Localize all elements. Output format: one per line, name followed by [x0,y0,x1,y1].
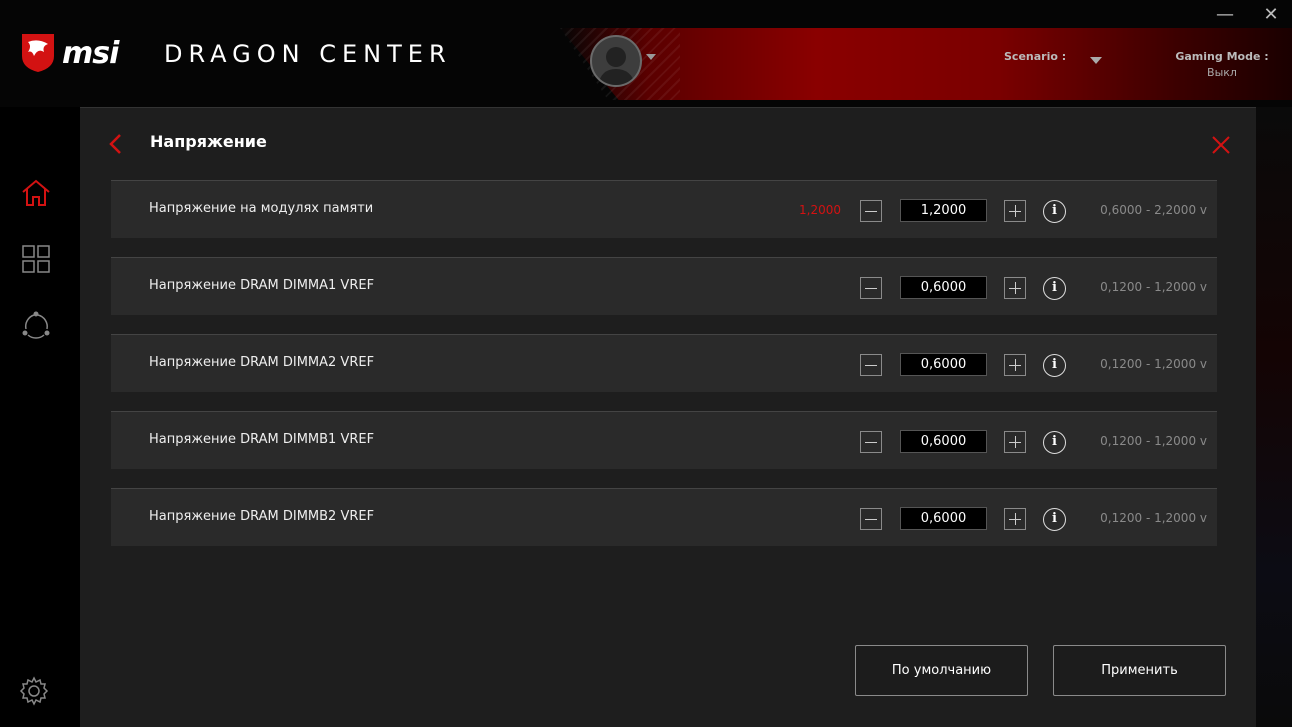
setting-row-dimma2-vref: Напряжение DRAM DIMMA2 VREF 0,6000 i 0,1… [111,334,1217,392]
plus-icon-vertical [1015,205,1016,217]
scenario-label: Scenario : [1004,50,1067,63]
avatar-dropdown-icon[interactable] [646,54,656,60]
setting-row-dimma1-vref: Напряжение DRAM DIMMA1 VREF 0,6000 i 0,1… [111,257,1217,315]
increase-button[interactable] [1004,431,1026,453]
setting-label: Напряжение DRAM DIMMA1 VREF [149,278,375,293]
info-icon[interactable]: i [1043,354,1066,377]
value-range: 0,6000 - 2,2000 v [1100,203,1207,217]
grid-icon[interactable] [20,243,52,275]
app-header: msi DRAGON CENTER Scenario : Gaming Mode… [0,0,1292,107]
brand-logo-text: msi [62,36,119,71]
decrease-button[interactable] [860,277,882,299]
voltage-input[interactable]: 0,6000 [900,430,987,453]
info-icon[interactable]: i [1043,200,1066,223]
gear-icon[interactable] [18,675,50,707]
increase-button[interactable] [1004,508,1026,530]
user-avatar[interactable] [590,35,642,87]
plus-icon-vertical [1015,359,1016,371]
plus-icon-vertical [1015,513,1016,525]
minus-icon [865,211,877,212]
increase-button[interactable] [1004,277,1026,299]
gaming-mode-label: Gaming Mode : [1175,50,1269,63]
back-arrow-icon[interactable] [106,132,126,156]
decrease-button[interactable] [860,200,882,222]
setting-row-dimmb1-vref: Напряжение DRAM DIMMB1 VREF 0,6000 i 0,1… [111,411,1217,469]
setting-label: Напряжение DRAM DIMMB2 VREF [149,509,375,524]
value-range: 0,1200 - 1,2000 v [1100,280,1207,294]
voltage-input[interactable]: 0,6000 [900,276,987,299]
voltage-input[interactable]: 1,2000 [900,199,987,222]
voltage-input[interactable]: 0,6000 [900,507,987,530]
minimize-button[interactable]: — [1212,4,1238,26]
current-value: 1,2000 [799,203,841,217]
default-button[interactable]: По умолчанию [855,645,1028,696]
info-icon[interactable]: i [1043,277,1066,300]
plus-icon-vertical [1015,282,1016,294]
page-title: Напряжение [150,132,267,151]
setting-row-dram-voltage: Напряжение на модулях памяти 1,2000 1,20… [111,180,1217,238]
window-close-button[interactable]: ✕ [1258,4,1284,26]
home-icon[interactable] [20,177,52,209]
value-range: 0,1200 - 1,2000 v [1100,357,1207,371]
increase-button[interactable] [1004,200,1026,222]
setting-label: Напряжение на модулях памяти [149,201,374,216]
decrease-button[interactable] [860,508,882,530]
share-network-icon[interactable] [20,309,52,341]
setting-label: Напряжение DRAM DIMMB1 VREF [149,432,375,447]
close-icon[interactable] [1210,134,1232,156]
plus-icon-vertical [1015,436,1016,448]
setting-label: Напряжение DRAM DIMMA2 VREF [149,355,375,370]
gaming-mode-value[interactable]: Выкл [1172,66,1272,79]
minus-icon [865,365,877,366]
voltage-panel: Напряжение Напряжение на модулях памяти … [80,107,1256,727]
value-range: 0,1200 - 1,2000 v [1100,511,1207,525]
scenario-dropdown-icon[interactable] [1090,57,1102,64]
voltage-input[interactable]: 0,6000 [900,353,987,376]
msi-dragon-logo-icon [22,34,54,72]
value-range: 0,1200 - 1,2000 v [1100,434,1207,448]
minus-icon [865,442,877,443]
minus-icon [865,288,877,289]
info-icon[interactable]: i [1043,508,1066,531]
minus-icon [865,519,877,520]
apply-button[interactable]: Применить [1053,645,1226,696]
decrease-button[interactable] [860,354,882,376]
sidebar [0,107,80,727]
setting-row-dimmb2-vref: Напряжение DRAM DIMMB2 VREF 0,6000 i 0,1… [111,488,1217,546]
info-icon[interactable]: i [1043,431,1066,454]
app-title: DRAGON CENTER [164,40,452,68]
increase-button[interactable] [1004,354,1026,376]
decrease-button[interactable] [860,431,882,453]
right-decor-strip [1256,107,1292,727]
